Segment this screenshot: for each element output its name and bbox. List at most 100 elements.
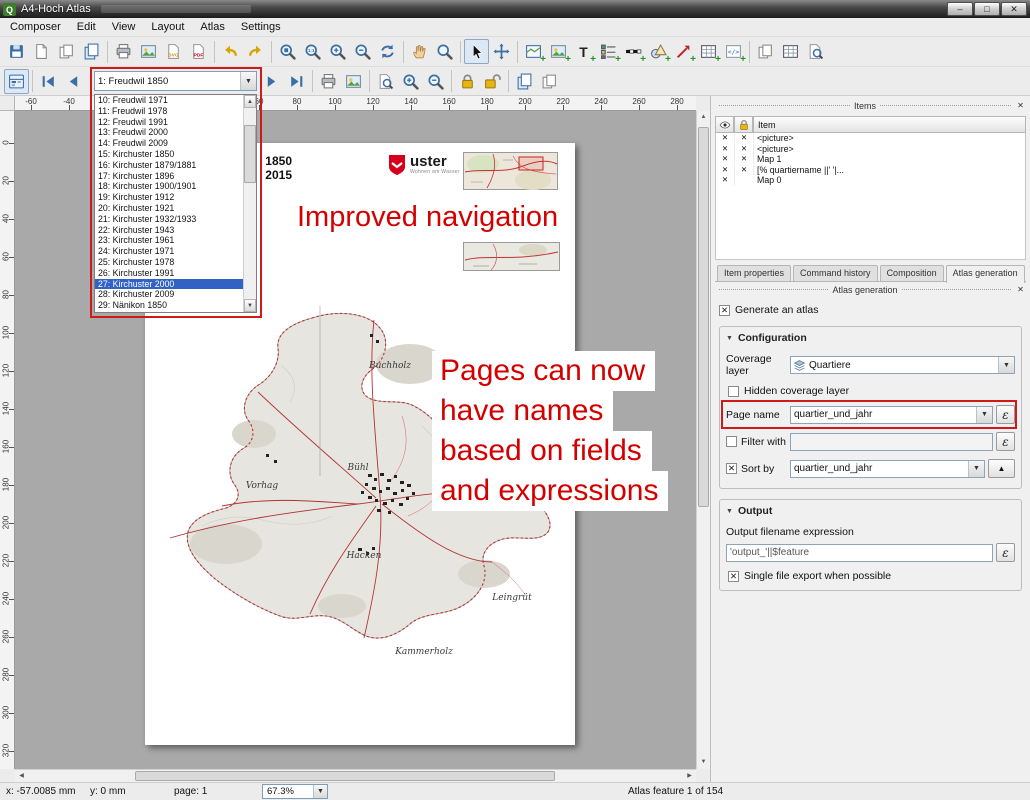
previous-feature-button[interactable] bbox=[61, 69, 86, 94]
print-atlas-button[interactable] bbox=[316, 69, 341, 94]
sort-by-combo[interactable]: quartier_und_jahr ▼ bbox=[790, 460, 985, 478]
configuration-group-title[interactable]: ▼ Configuration bbox=[726, 332, 1015, 344]
filter-with-input[interactable] bbox=[790, 433, 993, 451]
atlas-page-option[interactable]: 20: Kirchuster 1921 bbox=[95, 203, 243, 214]
item-lock-checkbox[interactable]: ✕ bbox=[735, 133, 754, 143]
tab-atlas-generation[interactable]: Atlas generation bbox=[946, 265, 1025, 283]
export-as-pdf-button[interactable] bbox=[186, 39, 211, 64]
export-as-svg-button[interactable] bbox=[161, 39, 186, 64]
add-legend-button[interactable]: + bbox=[596, 39, 621, 64]
sort-by-checkbox[interactable]: ✕ bbox=[726, 463, 737, 474]
last-feature-button[interactable] bbox=[284, 69, 309, 94]
menu-settings[interactable]: Settings bbox=[233, 19, 289, 35]
atlas-page-option[interactable]: 17: Kirchuster 1896 bbox=[95, 171, 243, 182]
canvas-horizontal-scrollbar[interactable]: ◀ ▶ bbox=[15, 769, 696, 782]
atlas-page-option[interactable]: 24: Kirchuster 1971 bbox=[95, 246, 243, 257]
single-file-checkbox[interactable]: ✕ bbox=[728, 571, 739, 582]
maximize-button[interactable]: □ bbox=[974, 2, 1000, 16]
redo-button[interactable] bbox=[243, 39, 268, 64]
add-new-map-button[interactable]: + bbox=[521, 39, 546, 64]
add-attribute-table-button[interactable]: + bbox=[696, 39, 721, 64]
atlas-page-option[interactable]: 27: Kirchuster 2000 bbox=[95, 279, 243, 290]
filter-with-checkbox[interactable] bbox=[726, 436, 737, 447]
hidden-coverage-checkbox[interactable] bbox=[728, 386, 739, 397]
atlas-page-option[interactable]: 16: Kirchuster 1879/1881 bbox=[95, 160, 243, 171]
atlas-page-option[interactable]: 13: Freudwil 2000 bbox=[95, 127, 243, 138]
unlock-all-items-button[interactable] bbox=[480, 69, 505, 94]
coverage-layer-combo[interactable]: Quartiere ▼ bbox=[790, 356, 1015, 374]
generate-atlas-row[interactable]: ✕ Generate an atlas bbox=[719, 304, 1022, 316]
item-column-header[interactable]: Item bbox=[753, 116, 1026, 133]
output-filename-input[interactable]: 'output_'||$feature bbox=[726, 544, 993, 562]
scroll-up-icon[interactable]: ▲ bbox=[697, 111, 710, 124]
item-visibility-checkbox[interactable]: ✕ bbox=[716, 133, 735, 143]
export-as-image-button[interactable] bbox=[136, 39, 161, 64]
close-button[interactable]: ✕ bbox=[1001, 2, 1027, 16]
undo-button[interactable] bbox=[218, 39, 243, 64]
menu-view[interactable]: View bbox=[104, 19, 144, 35]
print-button[interactable] bbox=[111, 39, 136, 64]
item-row[interactable]: ✕✕[% quartiername ||' '|... bbox=[716, 165, 1025, 176]
atlas-page-option[interactable]: 25: Kirchuster 1978 bbox=[95, 257, 243, 268]
canvas-vertical-scrollbar[interactable]: ▲ ▼ bbox=[696, 111, 710, 769]
atlas-page-option[interactable]: 10: Freudwil 1971 bbox=[95, 95, 243, 106]
zoom-in-preview-button[interactable] bbox=[398, 69, 423, 94]
hidden-coverage-row[interactable]: Hidden coverage layer bbox=[728, 385, 1013, 397]
add-html-frame-button[interactable]: + bbox=[721, 39, 746, 64]
generate-atlas-checkbox[interactable]: ✕ bbox=[719, 305, 730, 316]
chevron-down-icon[interactable]: ▼ bbox=[976, 407, 992, 423]
close-icon[interactable]: ✕ bbox=[1015, 101, 1026, 110]
composition-manager-button[interactable] bbox=[79, 39, 104, 64]
atlas-page-option[interactable]: 23: Kirchuster 1961 bbox=[95, 235, 243, 246]
next-feature-button[interactable] bbox=[259, 69, 284, 94]
minimize-button[interactable]: – bbox=[947, 2, 973, 16]
atlas-page-combo[interactable]: 1: Freudwil 1850 ▼ bbox=[94, 71, 257, 91]
collapse-arrow-icon[interactable]: ▼ bbox=[726, 508, 733, 515]
item-lock-checkbox[interactable]: ✕ bbox=[735, 165, 754, 175]
zoom-out-button[interactable] bbox=[350, 39, 375, 64]
lock-column-header[interactable] bbox=[734, 116, 753, 133]
new-composition-button[interactable] bbox=[29, 39, 54, 64]
atlas-page-option[interactable]: 29: Nänikon 1850 bbox=[95, 300, 243, 311]
item-visibility-checkbox[interactable]: ✕ bbox=[716, 175, 735, 185]
collapse-arrow-icon[interactable]: ▼ bbox=[726, 335, 733, 342]
zoom-in-button[interactable] bbox=[325, 39, 350, 64]
preview-atlas-button[interactable] bbox=[373, 69, 398, 94]
atlas-page-option[interactable]: 26: Kirchuster 1991 bbox=[95, 268, 243, 279]
zoom-combo[interactable]: 67.3% ▼ bbox=[262, 784, 328, 799]
menu-atlas[interactable]: Atlas bbox=[192, 19, 232, 35]
atlas-page-option[interactable]: 19: Kirchuster 1912 bbox=[95, 192, 243, 203]
scroll-down-icon[interactable]: ▼ bbox=[697, 756, 710, 769]
first-feature-button[interactable] bbox=[36, 69, 61, 94]
output-group-title[interactable]: ▼ Output bbox=[726, 505, 1015, 517]
lock-selected-items-button[interactable] bbox=[455, 69, 480, 94]
duplicate-composition-button[interactable] bbox=[54, 39, 79, 64]
chevron-down-icon[interactable]: ▼ bbox=[313, 785, 327, 798]
page-name-expression-button[interactable]: ε bbox=[996, 405, 1015, 424]
add-image-button[interactable]: + bbox=[546, 39, 571, 64]
visibility-column-header[interactable] bbox=[715, 116, 734, 133]
scrollbar-thumb[interactable] bbox=[244, 125, 256, 183]
add-label-button[interactable]: + bbox=[571, 39, 596, 64]
output-expression-button[interactable]: ε bbox=[996, 543, 1015, 562]
atlas-page-option[interactable]: 18: Kirchuster 1900/1901 bbox=[95, 181, 243, 192]
atlas-page-option[interactable]: 22: Kirchuster 1943 bbox=[95, 225, 243, 236]
menu-layout[interactable]: Layout bbox=[143, 19, 192, 35]
export-atlas-as-image-button[interactable] bbox=[341, 69, 366, 94]
item-visibility-checkbox[interactable]: ✕ bbox=[716, 154, 735, 164]
atlas-page-option[interactable]: 11: Freudwil 1978 bbox=[95, 106, 243, 117]
item-visibility-checkbox[interactable]: ✕ bbox=[716, 165, 735, 175]
scrollbar-thumb[interactable] bbox=[698, 127, 709, 507]
item-lock-checkbox[interactable]: ✕ bbox=[735, 154, 754, 164]
move-item-content-button[interactable] bbox=[489, 39, 514, 64]
tab-composition[interactable]: Composition bbox=[880, 265, 944, 281]
item-visibility-checkbox[interactable]: ✕ bbox=[716, 144, 735, 154]
group-items-button[interactable] bbox=[753, 39, 778, 64]
scroll-up-icon[interactable]: ▲ bbox=[244, 95, 256, 108]
single-file-row[interactable]: ✕ Single file export when possible bbox=[728, 570, 1013, 582]
filter-expression-button[interactable]: ε bbox=[996, 432, 1015, 451]
atlas-page-option[interactable]: 15: Kirchuster 1850 bbox=[95, 149, 243, 160]
menu-composer[interactable]: Composer bbox=[2, 19, 69, 35]
save-project-button[interactable] bbox=[4, 39, 29, 64]
atlas-page-option[interactable]: 14: Freudwil 2009 bbox=[95, 138, 243, 149]
